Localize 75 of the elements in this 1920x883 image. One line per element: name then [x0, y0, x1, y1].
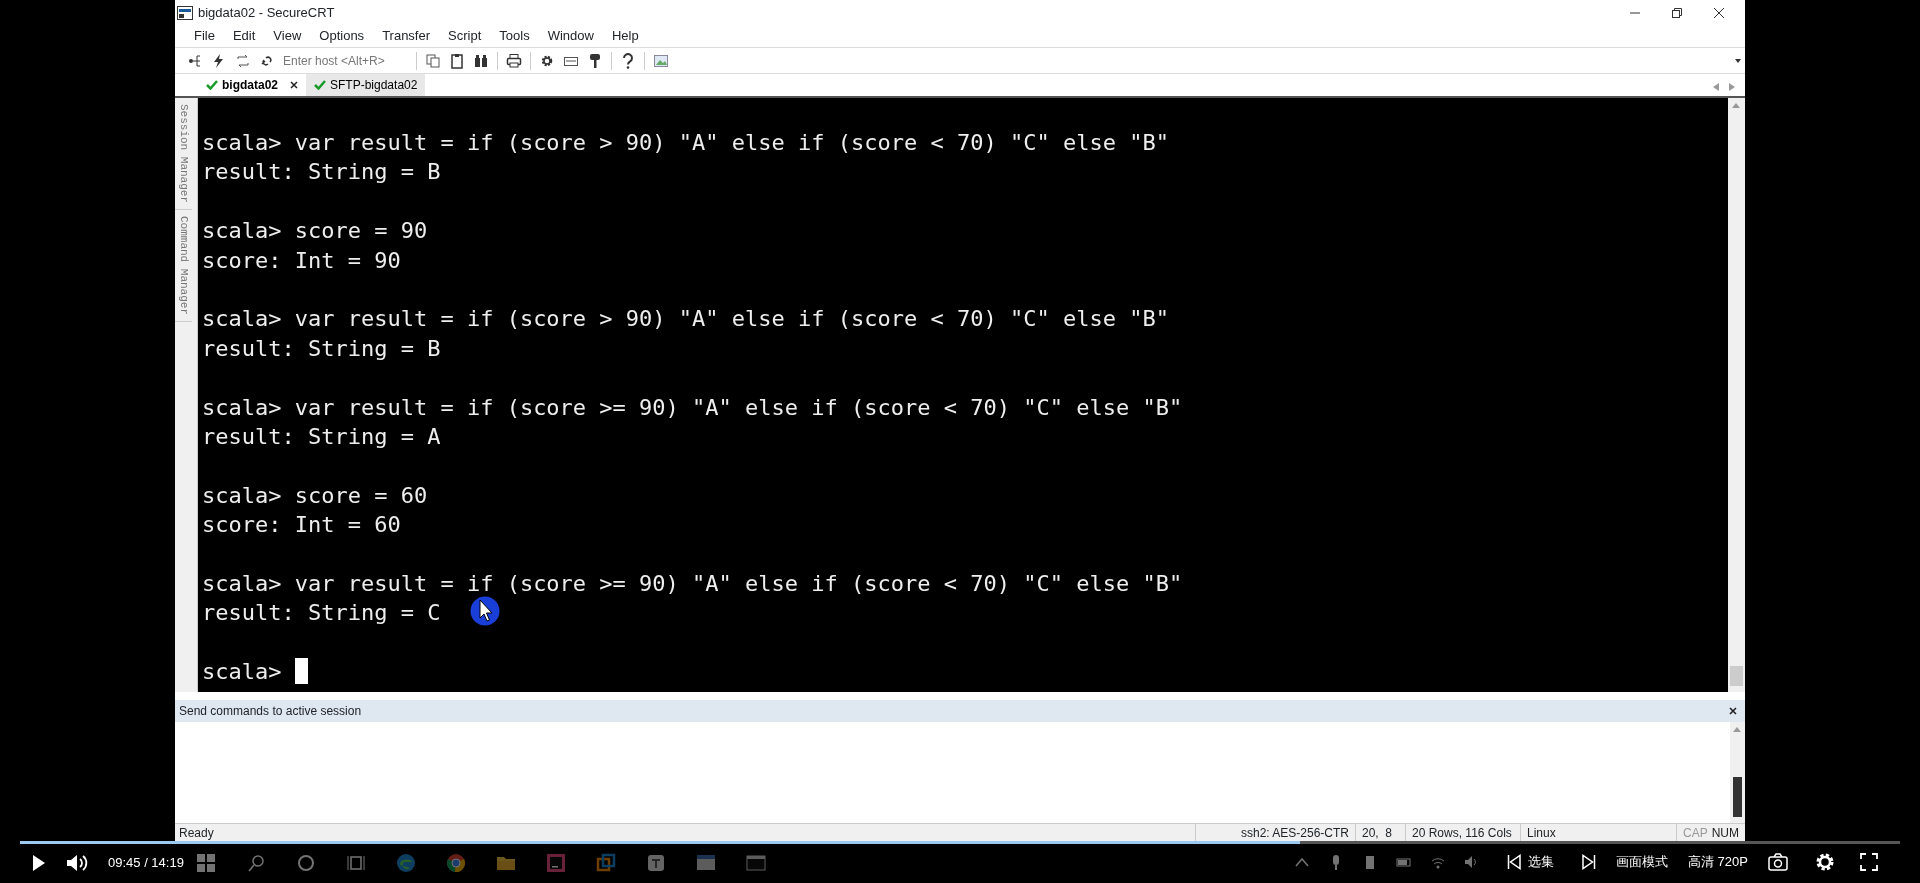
- terminal-line: result: String = B: [202, 159, 441, 185]
- terminal-line: scala> var result = if (score > 90) "A" else if (score < 70) "C" else "B": [202, 306, 1169, 332]
- time-display: 09:45 / 14:19: [108, 854, 184, 873]
- window-title: bigdata02 - SecureCRT: [198, 3, 335, 22]
- scroll-thumb[interactable]: [1733, 777, 1742, 817]
- menu-item[interactable]: Edit: [223, 26, 265, 46]
- terminal-line: scala> var result = if (score > 90) "A" else if (score < 70) "C" else "B": [202, 130, 1169, 155]
- terminal-line: score: Int = 90: [202, 247, 401, 273]
- browser-icon[interactable]: [396, 853, 416, 873]
- chrome-icon[interactable]: [446, 853, 466, 873]
- menu-item[interactable]: Window: [538, 26, 603, 46]
- task-view-icon[interactable]: [346, 853, 366, 873]
- camera-icon[interactable]: [1768, 853, 1788, 871]
- terminal-line: result: String = C: [202, 600, 441, 626]
- volume-icon[interactable]: [66, 853, 88, 873]
- side-tab[interactable]: Session Manager: [175, 98, 192, 211]
- quality-button[interactable]: 高清 720P: [1688, 852, 1748, 872]
- picture-mode-button[interactable]: 画面模式: [1616, 852, 1668, 872]
- lock-indicator: CAP: [1683, 824, 1708, 842]
- play-icon[interactable]: [32, 854, 46, 872]
- window-icon[interactable]: [696, 853, 716, 873]
- terminal-line: scala> var result = if (score >= 90) "A" else if (score < 70) "C" else "B": [202, 570, 1183, 596]
- menu-item[interactable]: Help: [602, 26, 648, 46]
- terminal-line: scala> score = 60: [202, 482, 428, 508]
- windows-icon[interactable]: [196, 853, 216, 873]
- previous-icon[interactable]: [1507, 854, 1521, 870]
- terminal-line: scala> var result = if (score >= 90) "A" else if (score < 70) "C" else "B": [202, 394, 1183, 420]
- side-tab[interactable]: Command Manager: [175, 210, 192, 323]
- close-icon[interactable]: [1713, 6, 1725, 19]
- image-icon[interactable]: [653, 52, 669, 69]
- scroll-up-icon[interactable]: [1732, 103, 1740, 108]
- terminal-line: scala> score = 90: [202, 218, 428, 244]
- status-text: Ready: [178, 824, 215, 842]
- progress-track[interactable]: [20, 841, 1900, 844]
- tile-icon[interactable]: [646, 853, 666, 873]
- menu-item[interactable]: Tools: [490, 26, 539, 46]
- binoculars-icon[interactable]: [473, 52, 489, 69]
- squares-icon[interactable]: [596, 853, 616, 873]
- dropdown-icon[interactable]: [1735, 58, 1741, 63]
- host-field[interactable]: Enter host <Alt+R>: [283, 51, 408, 70]
- pane-title: Send commands to active session: [179, 703, 362, 720]
- terminal-icon[interactable]: [746, 853, 766, 873]
- lock-indicator: NUM: [1711, 824, 1739, 842]
- check-icon: [314, 80, 326, 90]
- terminal-line: result: String = B: [202, 335, 441, 361]
- print-icon[interactable]: [506, 52, 522, 69]
- reconnect-icon[interactable]: [235, 52, 251, 69]
- connect-icon[interactable]: [187, 52, 203, 69]
- episodes-button[interactable]: 选集: [1528, 852, 1554, 872]
- menu-item[interactable]: View: [264, 26, 311, 46]
- close-icon[interactable]: [1729, 707, 1737, 715]
- terminal-line: result: String = A: [202, 423, 441, 449]
- menu-item[interactable]: Options: [310, 26, 374, 46]
- pointer-highlight-icon: [470, 596, 500, 626]
- menu-item[interactable]: Script: [439, 26, 491, 46]
- menu-item[interactable]: File: [185, 26, 224, 46]
- clipboard-icon[interactable]: [449, 52, 465, 69]
- scroll-right-icon[interactable]: [1729, 83, 1735, 91]
- scroll-up-icon[interactable]: [1733, 727, 1741, 732]
- fullscreen-icon[interactable]: [1860, 853, 1878, 871]
- circle-icon[interactable]: [296, 853, 316, 873]
- scroll-left-icon[interactable]: [1713, 83, 1719, 91]
- settings-icon[interactable]: [1815, 852, 1835, 872]
- session-tab[interactable]: SFTP-bigdata02: [306, 74, 426, 96]
- terminal-line: scala>: [202, 659, 282, 685]
- terminal-line: score: Int = 60: [202, 512, 401, 538]
- scroll-thumb[interactable]: [1730, 666, 1743, 686]
- maximize-icon[interactable]: [1671, 6, 1683, 19]
- next-icon[interactable]: [1582, 854, 1596, 870]
- search-icon[interactable]: [246, 853, 266, 873]
- check-icon: [206, 80, 218, 90]
- menu-item[interactable]: Transfer: [373, 26, 440, 46]
- help-icon[interactable]: [620, 52, 636, 69]
- copy-icon[interactable]: [425, 52, 441, 69]
- close-icon[interactable]: [290, 81, 298, 89]
